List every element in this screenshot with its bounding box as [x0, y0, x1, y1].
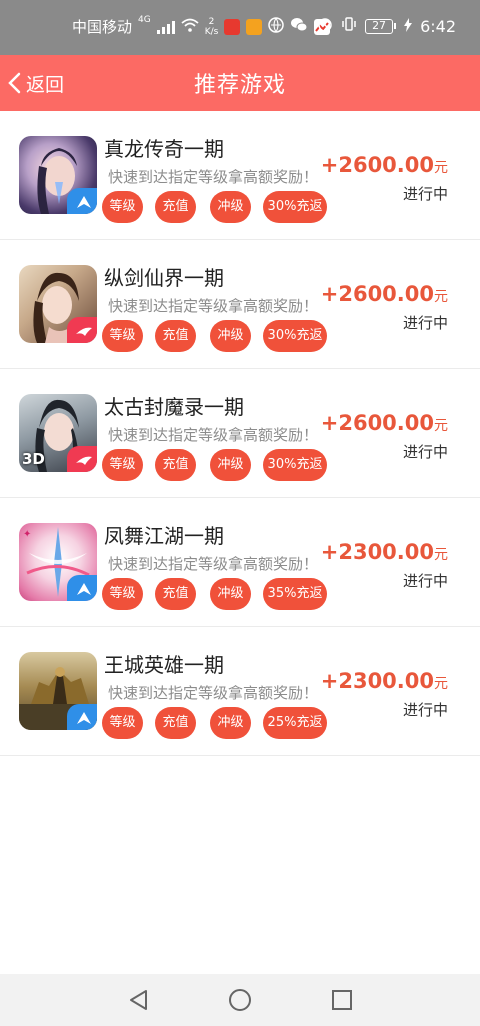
status-right: 27 6:42 [317, 16, 456, 36]
tag-cashback[interactable]: 25%充返 [263, 707, 327, 739]
tag-levelup[interactable]: 冲级 [210, 707, 251, 739]
game-desc: 快速到达指定等级拿高额奖励！ [108, 684, 319, 702]
reward-unit: 元 [434, 418, 448, 434]
svg-text:✦: ✦ [23, 529, 31, 540]
tag-level[interactable]: 等级 [102, 707, 143, 739]
game-row[interactable]: 王城英雄一期 快速到达指定等级拿高额奖励！ 等级 充值 冲级 25%充返 +23… [0, 627, 480, 756]
tag-level[interactable]: 等级 [102, 191, 143, 223]
game-name: 真龙传奇一期 [104, 137, 224, 161]
platform-badge-icon [67, 704, 97, 730]
reward-value: +2300.00 [320, 540, 434, 564]
notification-app-icon [246, 18, 263, 35]
tag-cashback[interactable]: 30%充返 [263, 191, 327, 223]
platform-badge-icon [67, 446, 97, 472]
tag-levelup[interactable]: 冲级 [210, 191, 251, 223]
system-nav-bar [0, 974, 480, 1026]
reward-amount: +2600.00元 [321, 282, 448, 306]
tag-level[interactable]: 等级 [102, 449, 143, 481]
game-row[interactable]: 纵剑仙界一期 快速到达指定等级拿高额奖励！ 等级 充值 冲级 30%充返 +26… [0, 240, 480, 369]
game-status: 进行中 [402, 701, 448, 719]
reward-value: +2600.00 [320, 282, 434, 306]
reward-unit: 元 [434, 160, 448, 176]
browser-icon [268, 16, 285, 37]
platform-badge-icon [67, 575, 97, 601]
tag-levelup[interactable]: 冲级 [210, 320, 251, 352]
tag-cashback[interactable]: 35%充返 [263, 578, 327, 610]
tag-level[interactable]: 等级 [102, 578, 143, 610]
reward-amount: +2600.00元 [321, 411, 448, 435]
platform-badge-icon [67, 188, 97, 214]
platform-badge-icon [67, 317, 97, 343]
battery-level: 27 [365, 18, 394, 34]
reward-unit: 元 [434, 547, 448, 563]
battery-icon: 27 [365, 18, 397, 34]
clock: 6:42 [420, 16, 456, 36]
tag-cashback[interactable]: 30%充返 [263, 320, 327, 352]
net-speed-unit: K/s [204, 26, 219, 37]
tag-recharge[interactable]: 充值 [155, 320, 196, 352]
square-recent-icon [332, 990, 352, 1010]
game-icon-wangcheng [19, 652, 97, 730]
network-type-label: 4G [138, 15, 151, 25]
circle-home-icon [229, 989, 251, 1011]
tag-cashback[interactable]: 30%充返 [263, 449, 327, 481]
carrier-label: 中国移动 [72, 18, 133, 36]
game-status: 进行中 [402, 314, 448, 332]
app-header: 返回 推荐游戏 [0, 55, 480, 111]
signal-icon [156, 20, 175, 34]
game-icon-zongjian [19, 265, 97, 343]
reward-amount: +2300.00元 [321, 540, 448, 564]
notification-app-icon [224, 18, 241, 35]
reward-value: +2600.00 [320, 411, 434, 435]
game-status: 进行中 [402, 443, 448, 461]
reward-unit: 元 [434, 676, 448, 692]
tag-recharge[interactable]: 充值 [155, 578, 196, 610]
game-desc: 快速到达指定等级拿高额奖励！ [108, 555, 319, 573]
charging-icon [404, 17, 413, 36]
game-row[interactable]: ✦ 凤舞江湖一期 快速到达指定等级拿高额奖励！ 等级 充值 冲级 35%充返 +… [0, 498, 480, 627]
game-name: 纵剑仙界一期 [104, 266, 224, 290]
tag-levelup[interactable]: 冲级 [210, 578, 251, 610]
reward-value: +2600.00 [320, 153, 434, 177]
game-name: 凤舞江湖一期 [104, 524, 224, 548]
game-icon-fengwu: ✦ [19, 523, 97, 601]
page-title: 推荐游戏 [193, 73, 286, 98]
triangle-back-icon [130, 990, 147, 1010]
game-desc: 快速到达指定等级拿高额奖励！ [108, 426, 319, 444]
icon-3d-badge: 3D [22, 450, 45, 468]
game-icon-taigu: 3D [19, 394, 97, 472]
reward-unit: 元 [434, 289, 448, 305]
tag-recharge[interactable]: 充值 [155, 449, 196, 481]
nav-back-button[interactable] [118, 984, 158, 1016]
net-speed-value: 2 [208, 16, 215, 27]
wechat-icon [290, 17, 308, 37]
game-icon-zhenlong [19, 136, 97, 214]
alarm-icon [317, 16, 333, 36]
game-status: 进行中 [402, 572, 448, 590]
reward-amount: +2600.00元 [321, 153, 448, 177]
game-desc: 快速到达指定等级拿高额奖励！ [108, 168, 319, 186]
tag-levelup[interactable]: 冲级 [210, 449, 251, 481]
status-bar: 中国移动 4G 2 K/s 27 6:42 [0, 0, 480, 55]
reward-value: +2300.00 [320, 669, 434, 693]
status-left: 中国移动 4G 2 K/s [72, 15, 331, 37]
game-desc: 快速到达指定等级拿高额奖励！ [108, 297, 319, 315]
game-name: 太古封魔录一期 [104, 395, 244, 419]
wifi-icon [181, 18, 199, 36]
game-row[interactable]: 真龙传奇一期 快速到达指定等级拿高额奖励！ 等级 充值 冲级 30%充返 +26… [0, 111, 480, 240]
game-status: 进行中 [402, 185, 448, 203]
reward-amount: +2300.00元 [321, 669, 448, 693]
game-row[interactable]: 3D 太古封魔录一期 快速到达指定等级拿高额奖励！ 等级 充值 冲级 30%充返… [0, 369, 480, 498]
net-speed: 2 K/s [205, 17, 219, 37]
nav-home-button[interactable] [220, 984, 260, 1016]
game-name: 王城英雄一期 [104, 653, 224, 677]
nav-recent-button[interactable] [322, 984, 362, 1016]
tag-recharge[interactable]: 充值 [155, 191, 196, 223]
game-list: 真龙传奇一期 快速到达指定等级拿高额奖励！ 等级 充值 冲级 30%充返 +26… [0, 111, 480, 756]
tag-recharge[interactable]: 充值 [155, 707, 196, 739]
vibrate-icon [341, 16, 357, 36]
tag-level[interactable]: 等级 [102, 320, 143, 352]
